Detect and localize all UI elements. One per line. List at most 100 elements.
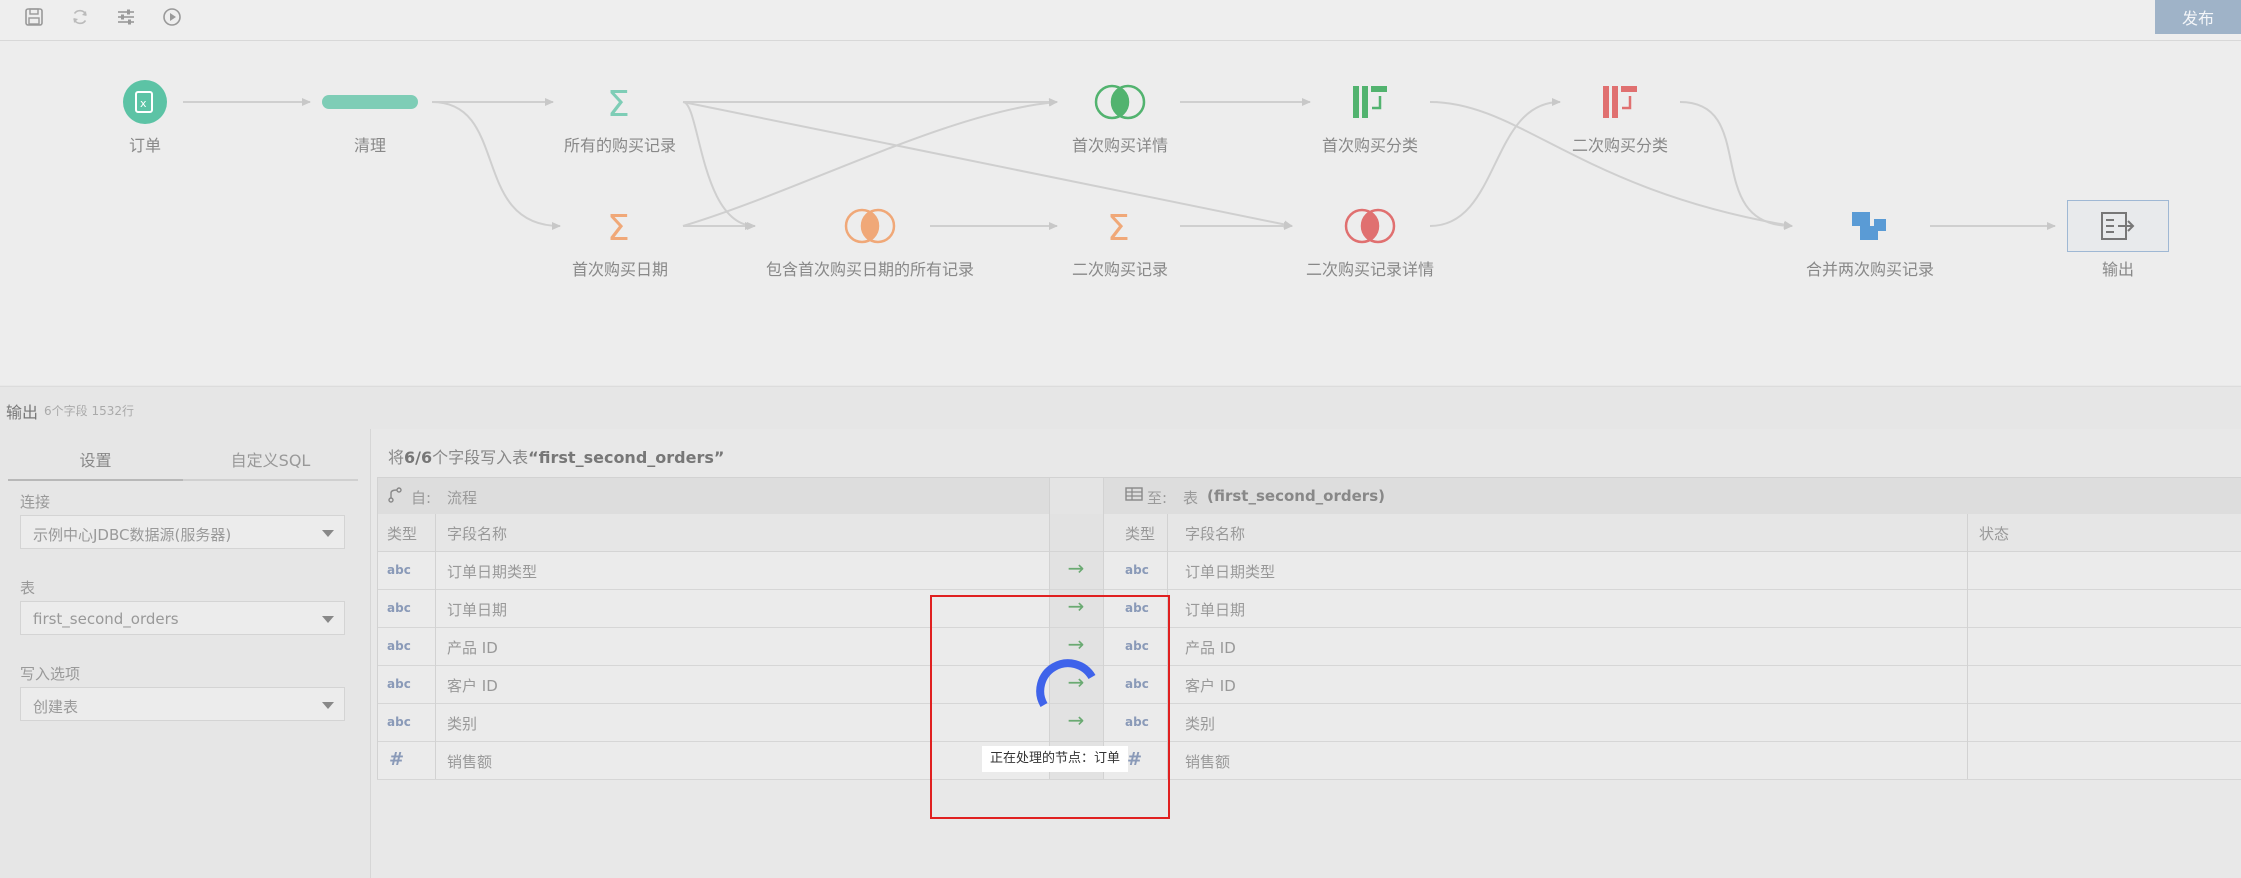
- output-title: 输出: [6, 403, 39, 422]
- settings-tabs: 设置 自定义SQL: [8, 439, 358, 481]
- output-icon: [2101, 212, 2135, 240]
- to-kind: 表: [1183, 489, 1199, 507]
- type-abc: abc: [387, 639, 411, 653]
- node-label: 所有的购买记录: [563, 136, 677, 155]
- type-abc: abc: [387, 601, 411, 615]
- src-field: 产品 ID: [447, 639, 498, 657]
- svg-text:Σ: Σ: [607, 84, 630, 122]
- table-row[interactable]: # 销售额 # 销售额: [377, 742, 2241, 780]
- table-select[interactable]: first_second_orders: [20, 601, 345, 635]
- type-abc: abc: [387, 677, 411, 691]
- table-row[interactable]: abc 类别 → abc 类别: [377, 704, 2241, 742]
- toolbar: 发布: [0, 0, 2241, 41]
- divider: [1967, 514, 1968, 779]
- node-label: 包含首次购买日期的所有记录: [765, 260, 975, 279]
- node-label: 首次购买详情: [1071, 136, 1169, 155]
- node-label: 二次购买记录: [1071, 260, 1169, 279]
- node-label: 订单: [128, 136, 162, 155]
- settings-sliders-icon[interactable]: [113, 4, 139, 30]
- column-header-row: 类型 字段名称 类型 字段名称 状态: [377, 514, 2241, 552]
- connection-select[interactable]: 示例中心JDBC数据源(服务器): [20, 515, 345, 549]
- col-src-field: 字段名称: [447, 525, 508, 543]
- divider: [377, 477, 378, 779]
- type-abc: abc: [387, 563, 411, 577]
- table-row[interactable]: abc 订单日期 → abc 订单日期: [377, 590, 2241, 628]
- output-meta: 6个字段 1532行: [44, 404, 134, 418]
- col-dst-type: 类型: [1125, 525, 1156, 543]
- src-field: 订单日期: [447, 601, 508, 619]
- title-table: “first_second_orders”: [528, 448, 725, 467]
- pivot-icon: [1600, 82, 1640, 122]
- chevron-down-icon: [322, 702, 334, 709]
- dst-field: 销售额: [1185, 753, 1231, 771]
- band-arrow-col: [1049, 478, 1103, 514]
- dst-field: 类别: [1185, 715, 1216, 733]
- src-field: 客户 ID: [447, 677, 498, 695]
- save-icon[interactable]: [21, 4, 47, 30]
- sigma-aggregate-icon: Σ: [1105, 206, 1135, 246]
- join-icon: [1090, 82, 1150, 122]
- col-status: 状态: [1979, 525, 2010, 543]
- source-target-band: 自: 流程 至: 表 (first_second_orders): [377, 477, 2241, 515]
- divider: [435, 514, 436, 779]
- svg-text:Σ: Σ: [607, 208, 630, 246]
- node-label: 合并两次购买记录: [1805, 260, 1935, 279]
- title-count: 6/6: [404, 448, 433, 467]
- src-field: 订单日期类型: [447, 563, 538, 581]
- table-grid-icon: [1125, 487, 1143, 505]
- refresh-icon[interactable]: [67, 4, 93, 30]
- arrow-right-icon: →: [1067, 556, 1085, 580]
- clean-bar-icon: [322, 95, 418, 109]
- col-src-type: 类型: [387, 525, 418, 543]
- join-icon: [840, 206, 900, 246]
- join-icon: [1340, 206, 1400, 246]
- dst-field: 客户 ID: [1185, 677, 1236, 695]
- col-dst-field: 字段名称: [1185, 525, 1246, 543]
- title-middle: 个字段写入表: [432, 448, 529, 467]
- flow-canvas: x 订单 清理 Σ 所有的购买记录 Σ 首次购买日期 包含首次购买日期的所有记录: [0, 41, 2241, 385]
- dst-field: 产品 ID: [1185, 639, 1236, 657]
- mapping-title: 将6/6个字段写入表“first_second_orders”: [388, 444, 724, 468]
- svg-text:Σ: Σ: [1107, 208, 1130, 246]
- dst-field: 订单日期: [1185, 601, 1246, 619]
- node-label: 输出: [2101, 260, 2135, 279]
- type-abc: abc: [1125, 563, 1149, 577]
- write-option-select[interactable]: 创建表: [20, 687, 345, 721]
- chevron-down-icon: [322, 530, 334, 537]
- tab-custom-sql[interactable]: 自定义SQL: [183, 439, 358, 479]
- output-node-frame: [2067, 200, 2169, 252]
- src-field: 销售额: [447, 753, 493, 771]
- node-label: 清理: [353, 136, 387, 155]
- sigma-aggregate-icon: Σ: [605, 82, 635, 122]
- to-label: 至:: [1147, 489, 1168, 507]
- union-icon: [1850, 206, 1890, 246]
- header-arrow-col: [1049, 514, 1103, 551]
- table-row[interactable]: abc 订单日期类型 → abc 订单日期类型: [377, 552, 2241, 590]
- publish-button[interactable]: 发布: [2155, 0, 2241, 34]
- tab-settings[interactable]: 设置: [8, 439, 183, 481]
- write-option-label: 写入选项: [20, 665, 81, 683]
- settings-panel: 设置 自定义SQL 连接 示例中心JDBC数据源(服务器) 表 first_se…: [0, 429, 371, 878]
- output-header: 输出 6个字段 1532行: [0, 386, 2241, 430]
- node-label: 首次购买分类: [1321, 136, 1419, 155]
- node-label: 首次购买日期: [571, 260, 669, 279]
- from-value: 流程: [447, 489, 478, 507]
- connection-value: 示例中心JDBC数据源(服务器): [33, 526, 232, 544]
- field-mapping-panel: 将6/6个字段写入表“first_second_orders” 自: 流程 至:…: [371, 429, 2241, 878]
- table-value: first_second_orders: [33, 610, 179, 628]
- flow-icon: [387, 487, 403, 507]
- src-field: 类别: [447, 715, 478, 733]
- node-label: 二次购买分类: [1571, 136, 1669, 155]
- type-number: #: [389, 749, 405, 770]
- to-value: (first_second_orders): [1207, 487, 1385, 505]
- title-prefix: 将: [388, 448, 405, 467]
- excel-source-icon: x: [123, 80, 167, 124]
- table-row[interactable]: abc 客户 ID → abc 客户 ID: [377, 666, 2241, 704]
- play-icon[interactable]: [159, 4, 185, 30]
- chevron-down-icon: [322, 616, 334, 623]
- processing-status: 正在处理的节点：订单: [982, 746, 1129, 772]
- loading-spinner-icon: [1036, 659, 1096, 708]
- connection-label: 连接: [20, 493, 51, 511]
- svg-text:x: x: [140, 97, 147, 110]
- table-row[interactable]: abc 产品 ID → abc 产品 ID: [377, 628, 2241, 666]
